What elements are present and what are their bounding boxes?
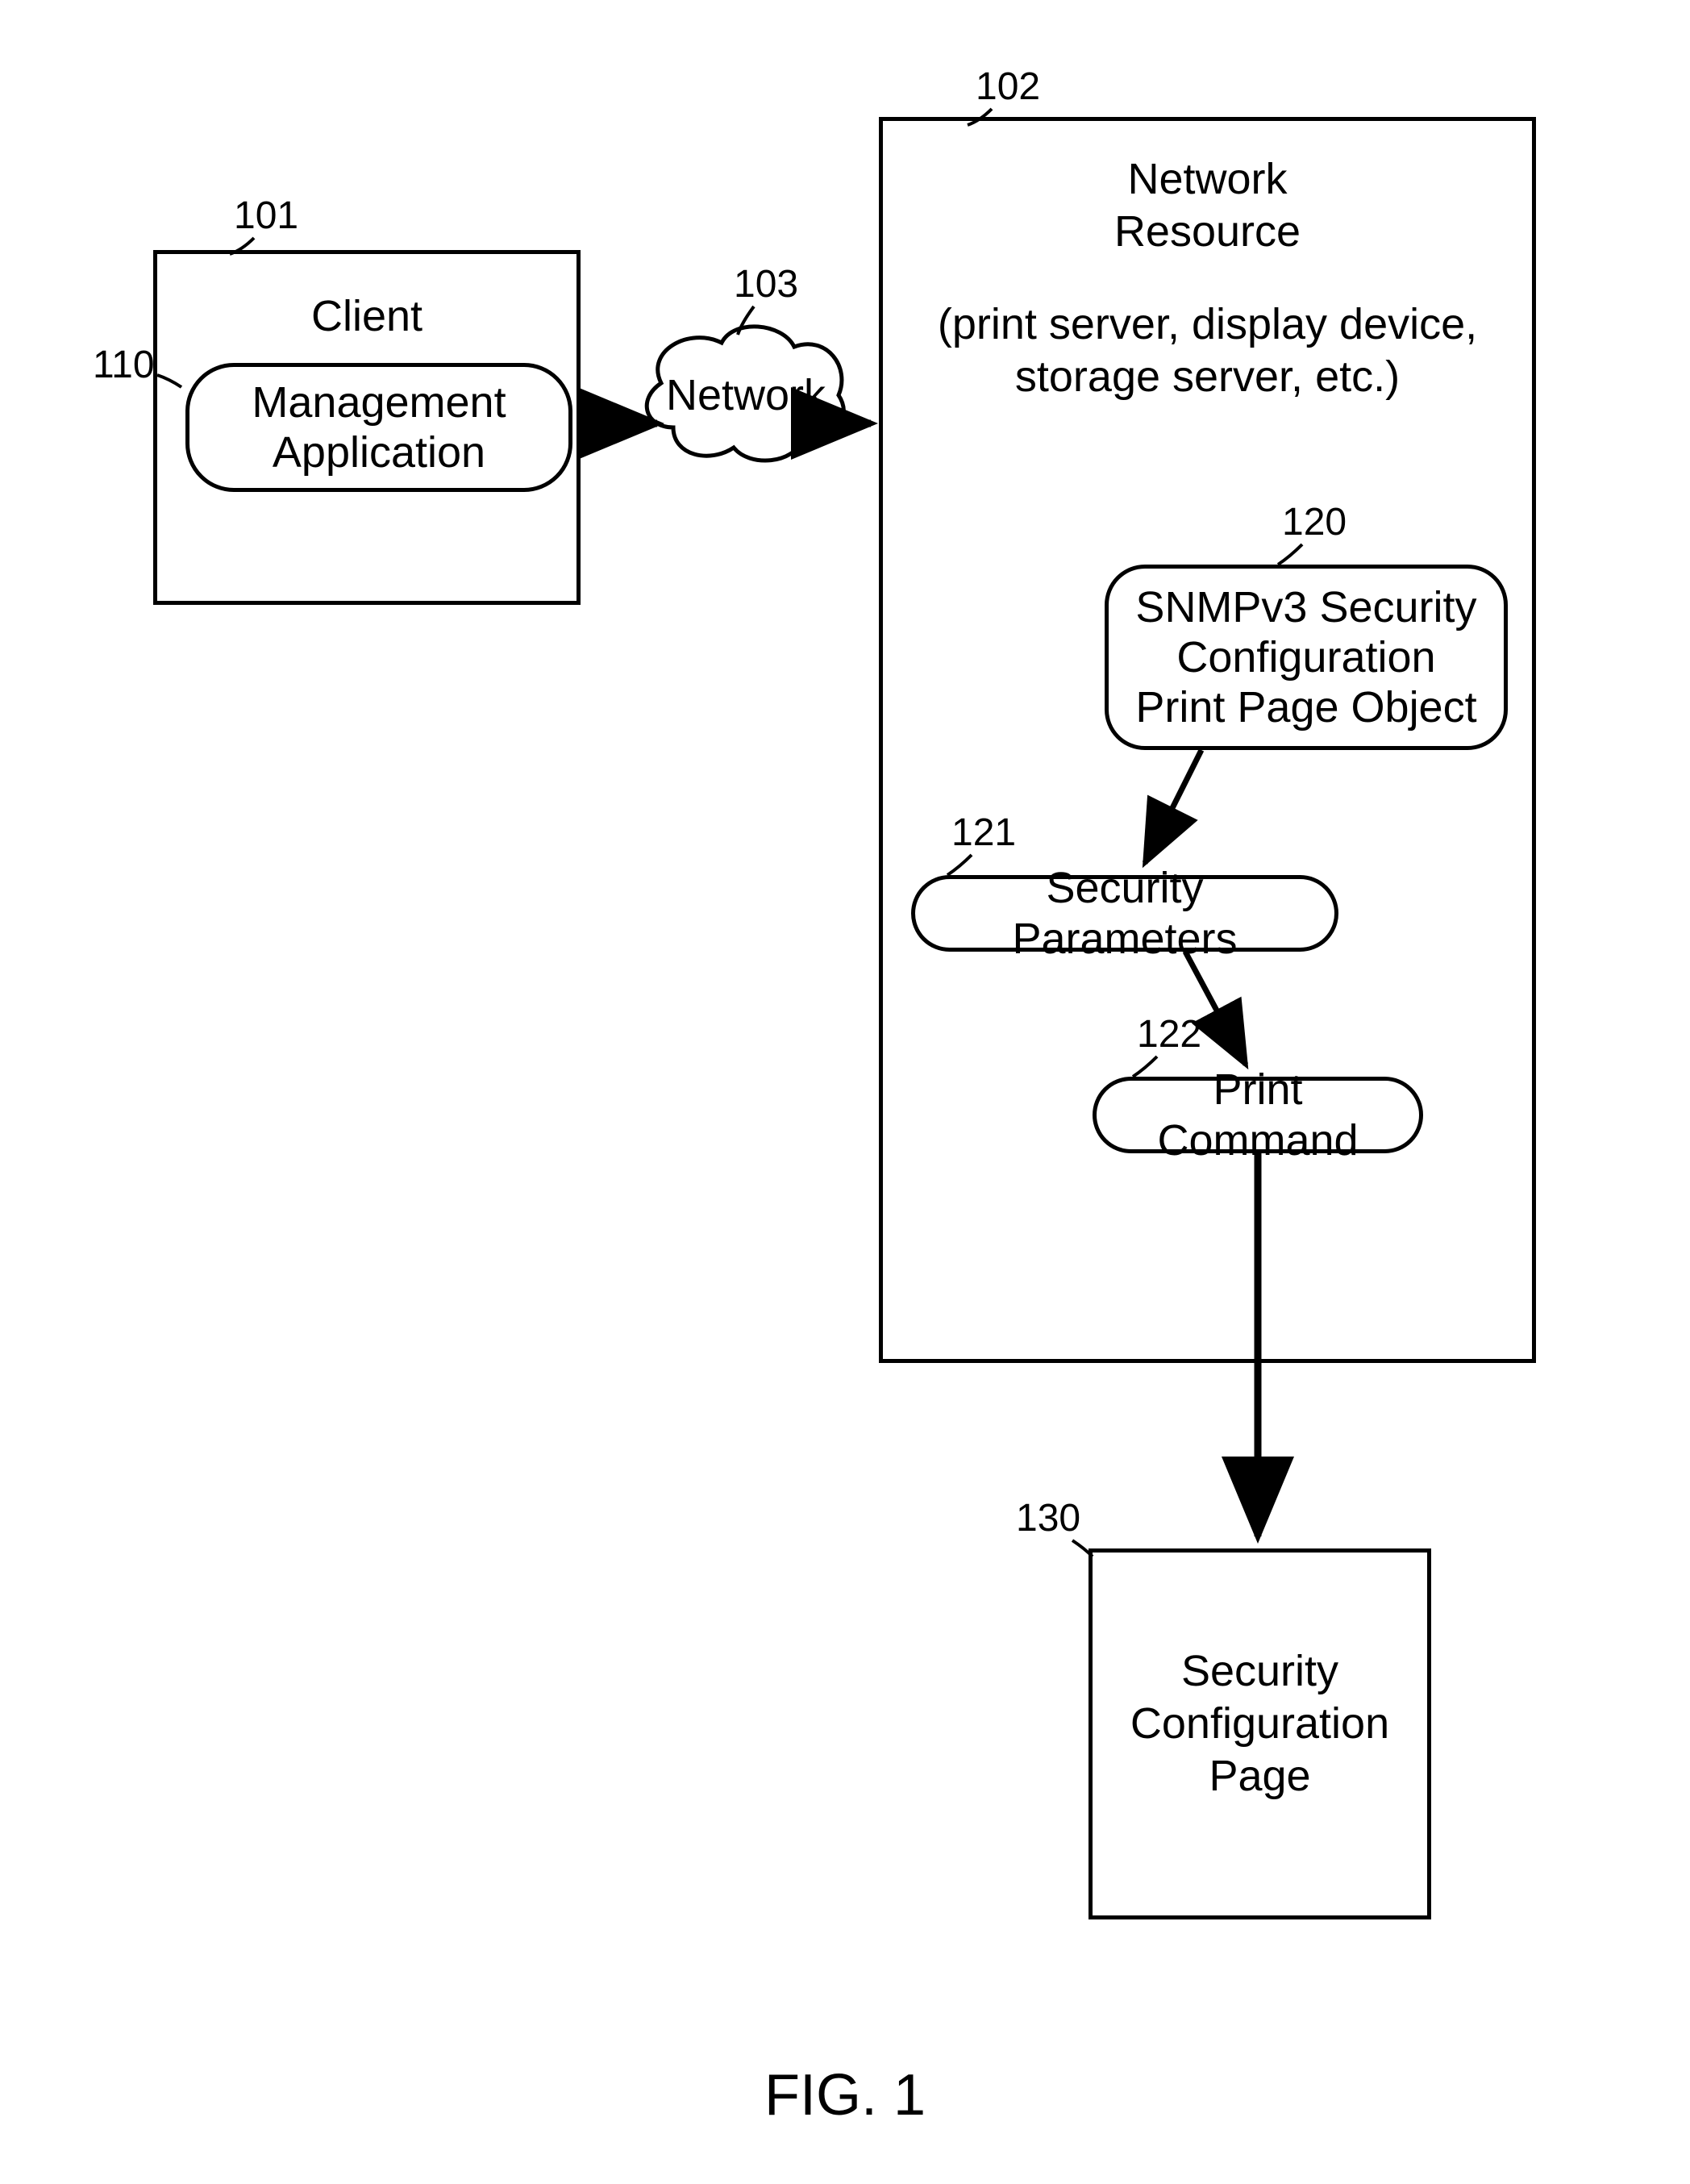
- client-title: Client: [153, 290, 581, 343]
- print-cmd-pill: Print Command: [1093, 1077, 1423, 1153]
- sec-params-text: Security Parameters: [939, 863, 1310, 963]
- diagram-canvas: Client Management Application Network Re…: [0, 0, 1690, 2184]
- ref-110: 110: [93, 343, 155, 387]
- figure-caption: FIG. 1: [0, 2061, 1690, 2130]
- ref-101: 101: [234, 194, 298, 238]
- leader-103: [738, 306, 754, 335]
- ref-103: 103: [734, 262, 798, 306]
- sec-params-pill: Security Parameters: [911, 875, 1338, 952]
- network-cloud: Network: [647, 327, 843, 461]
- ref-121: 121: [951, 811, 1016, 855]
- ref-102: 102: [976, 65, 1040, 109]
- nr-subtitle: (print server, display device, storage s…: [879, 298, 1536, 403]
- mgmt-app-text: Management Application: [252, 377, 506, 477]
- nr-title: Network Resource: [879, 153, 1536, 258]
- ref-120: 120: [1282, 500, 1347, 544]
- sec-page-text: Security Configuration Page: [1089, 1645, 1431, 1802]
- ref-130: 130: [1016, 1496, 1080, 1540]
- network-text: Network: [666, 371, 826, 419]
- mgmt-app-pill: Management Application: [185, 363, 572, 492]
- snmp-obj-pill: SNMPv3 Security Configuration Print Page…: [1105, 565, 1508, 750]
- print-cmd-text: Print Command: [1121, 1065, 1395, 1165]
- snmp-obj-text: SNMPv3 Security Configuration Print Page…: [1135, 582, 1476, 732]
- ref-122: 122: [1137, 1012, 1201, 1057]
